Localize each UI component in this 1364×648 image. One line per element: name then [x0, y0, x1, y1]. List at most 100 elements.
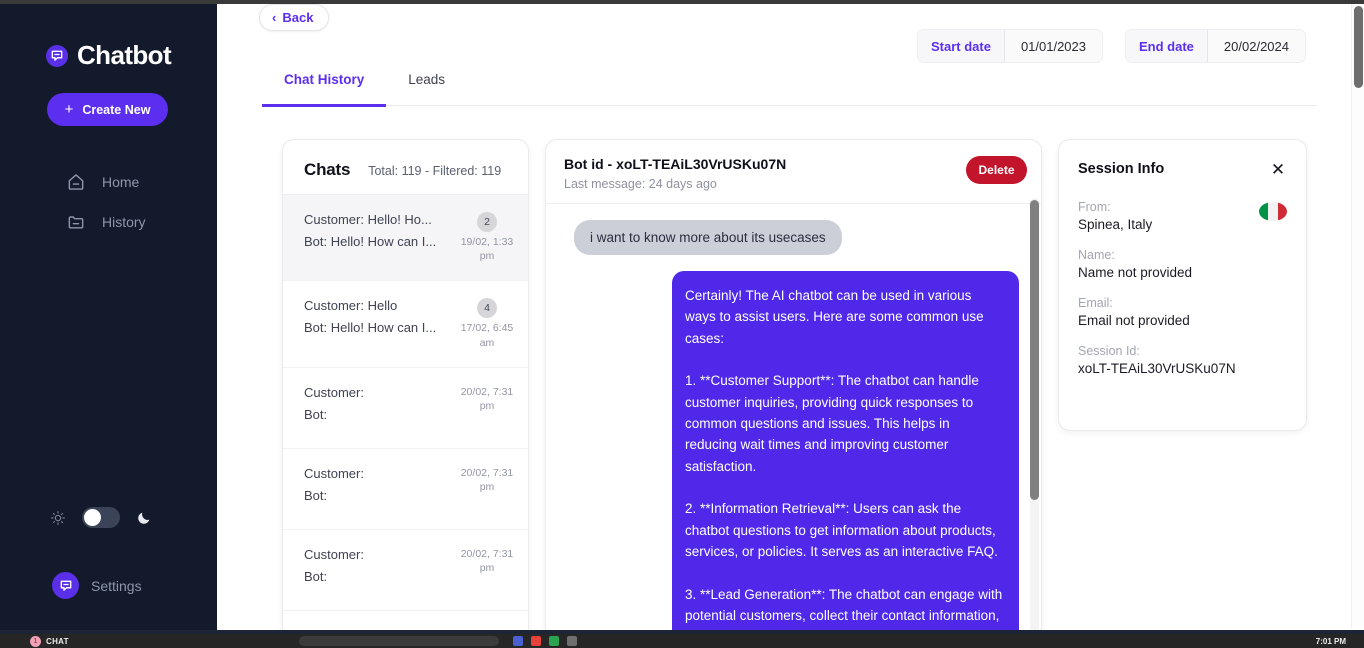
taskbar-clock: 7:01 PM: [1316, 637, 1346, 646]
taskbar-icon-4[interactable]: [567, 636, 577, 646]
list-item-meta: 4 17/02, 6:45 am: [460, 298, 514, 349]
taskbar-search-box[interactable]: [299, 636, 499, 646]
taskbar-app-label: CHAT: [46, 637, 69, 646]
taskbar-icon-1[interactable]: [513, 636, 523, 646]
sidebar-item-home[interactable]: Home: [0, 162, 217, 202]
sidebar-item-history[interactable]: History: [0, 202, 217, 242]
list-item[interactable]: Customer: Bot: 20/02, 7:31 pm: [283, 530, 528, 611]
taskbar-badge: 1: [30, 636, 41, 647]
list-item-customer: Customer: Hello: [304, 298, 436, 313]
session-field-email: Email: Email not provided: [1078, 296, 1287, 328]
conversation-header-text: Bot id - xoLT-TEAiL30VrUSKu07N Last mess…: [564, 156, 786, 191]
list-item[interactable]: Customer: Bot: 20/02, 7:31 pm: [283, 449, 528, 530]
sidebar-nav: Home History: [0, 162, 217, 242]
start-date-field[interactable]: Start date 01/01/2023: [917, 29, 1103, 63]
theme-toggle-knob: [84, 509, 101, 526]
session-field-name: Name: Name not provided: [1078, 248, 1287, 280]
session-info-panel: Session Info ✕ From: Spinea, Italy Name:…: [1058, 139, 1307, 431]
conversation-scrollbar[interactable]: [1030, 198, 1039, 634]
list-item-meta: 20/02, 7:31 pm: [460, 385, 514, 413]
list-item-time: 17/02, 6:45 am: [460, 321, 514, 349]
conversation-messages: i want to know more about its usecases C…: [546, 204, 1041, 634]
page-scrollbar-thumb[interactable]: [1354, 6, 1363, 88]
list-item-time: 19/02, 1:33 pm: [460, 235, 514, 263]
tab-leads[interactable]: Leads: [386, 72, 467, 106]
back-button-label: Back: [282, 10, 313, 25]
last-message-subtitle: Last message: 24 days ago: [564, 177, 786, 191]
list-item-bot: Bot:: [304, 569, 364, 584]
sidebar-item-history-label: History: [102, 214, 146, 230]
sidebar: Chatbot + Create New Home: [0, 4, 217, 634]
theme-toggle-row: [50, 507, 152, 528]
tab-leads-label: Leads: [408, 72, 445, 87]
list-item-bot: Bot: Hello! How can I...: [304, 234, 436, 249]
list-item-time: 20/02, 7:31 pm: [460, 385, 514, 413]
taskbar-icon-3[interactable]: [549, 636, 559, 646]
start-date-label: Start date: [918, 30, 1004, 62]
unread-badge: 4: [477, 298, 497, 318]
list-item-meta: 2 19/02, 1:33 pm: [460, 212, 514, 263]
list-item[interactable]: Customer: Hello Bot: Hello! How can I...…: [283, 281, 528, 367]
plus-icon: +: [65, 102, 74, 117]
list-item-time: 20/02, 7:31 pm: [460, 547, 514, 575]
list-item-time: 20/02, 7:31 pm: [460, 466, 514, 494]
list-item-customer: Customer:: [304, 466, 364, 481]
brand-logo: Chatbot: [0, 4, 217, 71]
app-root: Chatbot + Create New Home: [0, 0, 1364, 648]
message-bubble-user: i want to know more about its usecases: [574, 220, 842, 255]
end-date-label: End date: [1126, 30, 1207, 62]
brand-name: Chatbot: [77, 40, 171, 71]
settings-logo-icon: [52, 572, 79, 599]
session-field-from-value: Spinea, Italy: [1078, 217, 1287, 232]
conversation-scrollbar-thumb[interactable]: [1030, 200, 1039, 500]
browser-chrome-strip: [0, 0, 1364, 4]
os-taskbar: 1 CHAT 7:01 PM: [0, 634, 1364, 648]
list-item-bot: Bot:: [304, 407, 364, 422]
folder-icon: [65, 211, 87, 233]
chat-list[interactable]: Customer: Hello! Ho... Bot: Hello! How c…: [283, 195, 528, 634]
sun-icon: [50, 510, 66, 526]
end-date-field[interactable]: End date 20/02/2024: [1125, 29, 1306, 63]
list-item-customer: Customer:: [304, 547, 364, 562]
chats-count: Total: 119 - Filtered: 119: [368, 164, 501, 178]
list-item-customer: Customer: Hello! Ho...: [304, 212, 436, 227]
chatbot-logo-icon: [46, 45, 68, 67]
end-date-value[interactable]: 20/02/2024: [1207, 30, 1305, 62]
chats-title: Chats: [304, 160, 350, 180]
theme-toggle-switch[interactable]: [82, 507, 120, 528]
tab-chat-history[interactable]: Chat History: [262, 72, 386, 106]
create-new-button[interactable]: + Create New: [47, 93, 168, 126]
delete-button[interactable]: Delete: [966, 156, 1027, 184]
session-field-session-id-label: Session Id:: [1078, 344, 1287, 358]
session-info-fields: From: Spinea, Italy Name: Name not provi…: [1078, 200, 1287, 376]
list-item-text: Customer: Bot:: [304, 385, 364, 422]
chats-panel-header: Chats Total: 119 - Filtered: 119: [283, 140, 528, 195]
conversation-header: Bot id - xoLT-TEAiL30VrUSKu07N Last mess…: [546, 140, 1041, 204]
list-item-bot: Bot: Hello! How can I...: [304, 320, 436, 335]
date-range-controls: Start date 01/01/2023 End date 20/02/202…: [917, 29, 1306, 63]
sidebar-item-settings[interactable]: Settings: [52, 572, 142, 599]
page-scrollbar[interactable]: [1351, 4, 1364, 628]
conversation-panel: Bot id - xoLT-TEAiL30VrUSKu07N Last mess…: [545, 139, 1042, 634]
list-item-customer: Customer:: [304, 385, 364, 400]
list-item[interactable]: Customer: Bot: 20/02, 7:31 pm: [283, 368, 528, 449]
bot-id-title: Bot id - xoLT-TEAiL30VrUSKu07N: [564, 156, 786, 172]
italy-flag-icon: [1259, 202, 1287, 221]
back-button[interactable]: ‹ Back: [259, 4, 329, 31]
session-field-email-value: Email not provided: [1078, 313, 1287, 328]
list-item-text: Customer: Bot:: [304, 466, 364, 503]
settings-label: Settings: [91, 578, 142, 594]
session-field-session-id-value: xoLT-TEAiL30VrUSKu07N: [1078, 361, 1287, 376]
list-item-bot: Bot:: [304, 488, 364, 503]
session-field-session-id: Session Id: xoLT-TEAiL30VrUSKu07N: [1078, 344, 1287, 376]
list-item-meta: 20/02, 7:31 pm: [460, 547, 514, 575]
taskbar-icon-2[interactable]: [531, 636, 541, 646]
session-info-header: Session Info ✕: [1078, 160, 1287, 178]
start-date-value[interactable]: 01/01/2023: [1004, 30, 1102, 62]
close-icon[interactable]: ✕: [1269, 160, 1287, 178]
main-content: ‹ Back Start date 01/01/2023 End date 20…: [217, 4, 1351, 634]
message-bubble-bot: Certainly! The AI chatbot can be used in…: [672, 271, 1019, 634]
list-item-text: Customer: Hello Bot: Hello! How can I...: [304, 298, 436, 335]
sidebar-item-home-label: Home: [102, 174, 139, 190]
list-item[interactable]: Customer: Hello! Ho... Bot: Hello! How c…: [283, 195, 528, 281]
